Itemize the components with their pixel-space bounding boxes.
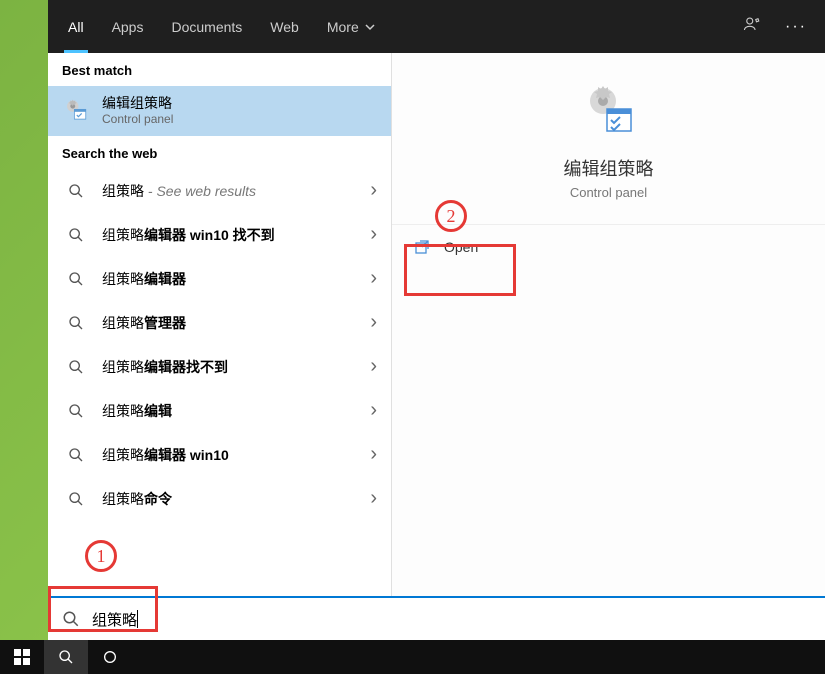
gpedit-icon <box>62 97 90 125</box>
search-web-header: Search the web <box>48 136 391 169</box>
search-icon <box>62 397 90 425</box>
chevron-right-icon: › <box>370 487 377 510</box>
tab-apps[interactable]: Apps <box>100 0 156 53</box>
results-list: Best match 编辑组策略 Control panel <box>48 53 392 640</box>
web-result-title: 组策略 - See web results <box>102 182 358 200</box>
tab-web[interactable]: Web <box>258 0 311 53</box>
chevron-right-icon: › <box>370 311 377 334</box>
web-result-item[interactable]: 组策略管理器 › <box>48 301 391 345</box>
chevron-right-icon: › <box>370 399 377 422</box>
detail-title: 编辑组策略 <box>564 155 654 181</box>
web-result-item[interactable]: 组策略编辑器 win10 找不到 › <box>48 213 391 257</box>
web-result-item[interactable]: 组策略编辑器 win10 › <box>48 433 391 477</box>
tab-documents[interactable]: Documents <box>159 0 254 53</box>
gpedit-large-icon <box>581 83 637 139</box>
search-icon <box>62 221 90 249</box>
best-match-item[interactable]: 编辑组策略 Control panel <box>48 86 391 136</box>
web-result-title: 组策略编辑 <box>102 402 358 420</box>
open-action[interactable]: Open <box>392 225 825 269</box>
open-label: Open <box>444 239 478 255</box>
best-match-title: 编辑组策略 <box>102 94 377 112</box>
search-icon <box>62 265 90 293</box>
web-result-title: 组策略编辑器 win10 找不到 <box>102 226 358 244</box>
taskbar-search-button[interactable] <box>44 640 88 674</box>
web-result-title: 组策略命令 <box>102 490 358 508</box>
detail-pane: 编辑组策略 Control panel Open <box>392 53 825 640</box>
chevron-right-icon: › <box>370 223 377 246</box>
web-result-title: 组策略编辑器 win10 <box>102 446 358 464</box>
chevron-right-icon: › <box>370 179 377 202</box>
search-results-panel: All Apps Documents Web More ··· Best mat… <box>48 0 825 640</box>
chevron-down-icon <box>365 22 375 32</box>
tab-more[interactable]: More <box>315 0 387 53</box>
web-result-title: 组策略编辑器 <box>102 270 358 288</box>
more-options-icon[interactable]: ··· <box>775 18 817 36</box>
search-input[interactable]: 组策略 <box>92 609 137 630</box>
search-icon <box>62 353 90 381</box>
web-result-title: 组策略编辑器找不到 <box>102 358 358 376</box>
web-result-item[interactable]: 组策略命令 › <box>48 477 391 521</box>
tab-all[interactable]: All <box>56 0 96 53</box>
web-result-item[interactable]: 组策略编辑器找不到 › <box>48 345 391 389</box>
detail-subtitle: Control panel <box>570 185 647 200</box>
filter-tabs: All Apps Documents Web More ··· <box>48 0 825 53</box>
search-icon <box>62 485 90 513</box>
search-icon <box>62 610 80 628</box>
taskbar <box>0 640 825 674</box>
chevron-right-icon: › <box>370 443 377 466</box>
best-match-header: Best match <box>48 53 391 86</box>
search-icon <box>62 177 90 205</box>
web-result-item[interactable]: 组策略编辑 › <box>48 389 391 433</box>
chevron-right-icon: › <box>370 355 377 378</box>
search-icon <box>62 309 90 337</box>
web-result-title: 组策略管理器 <box>102 314 358 332</box>
feedback-icon[interactable] <box>733 15 771 38</box>
web-result-item[interactable]: 组策略编辑器 › <box>48 257 391 301</box>
web-result-item[interactable]: 组策略 - See web results › <box>48 169 391 213</box>
open-icon <box>414 239 430 255</box>
search-icon <box>62 441 90 469</box>
chevron-right-icon: › <box>370 267 377 290</box>
cortana-button[interactable] <box>88 640 132 674</box>
start-button[interactable] <box>0 640 44 674</box>
search-bar[interactable]: 组策略 <box>48 596 825 640</box>
best-match-subtitle: Control panel <box>102 112 377 128</box>
